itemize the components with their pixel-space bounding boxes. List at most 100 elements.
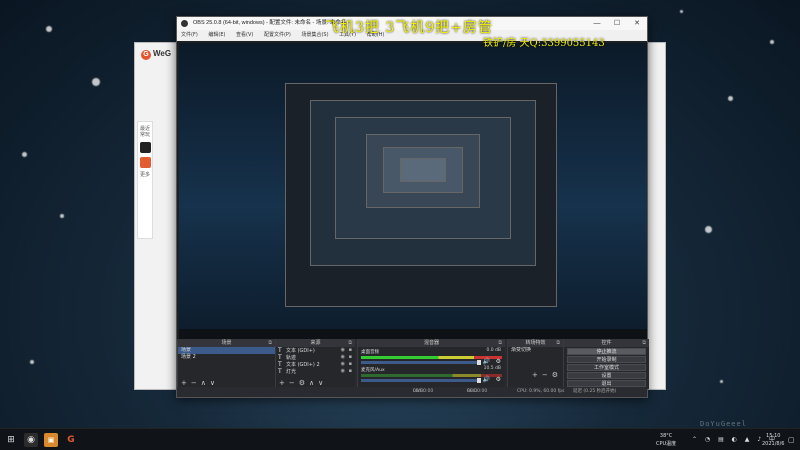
text-source-icon: T: [278, 368, 282, 375]
volume-fader[interactable]: [361, 360, 482, 365]
cpu-temp-value: 38°C: [659, 433, 673, 439]
clock-time: 15:10: [766, 433, 781, 439]
snowflake: [680, 10, 683, 13]
settings-button[interactable]: 设置: [567, 372, 646, 379]
watermark: DoYuGeeel: [700, 420, 747, 428]
delay-indicator: 延迟 (0.25 秒后开始): [573, 389, 617, 394]
text-source-icon: T: [278, 361, 282, 368]
menu-profile[interactable]: 配置文件(P): [264, 32, 291, 38]
preview-taskbar: [179, 329, 647, 339]
remove-icon[interactable]: −: [191, 379, 197, 387]
dock-pin-icon[interactable]: ⧉: [498, 339, 502, 347]
lock-icon[interactable]: ▪: [349, 354, 352, 361]
status-bar: LIVE: 00:00:00 REC: 00:00:00 CPU: 0.9%, …: [177, 387, 647, 397]
game-icon[interactable]: [139, 142, 151, 153]
volume-meter: [361, 356, 502, 359]
close-icon[interactable]: ✕: [627, 17, 647, 30]
maximize-icon[interactable]: ☐: [607, 17, 627, 30]
gear-icon[interactable]: ⚙: [552, 371, 558, 379]
snowflake: [60, 214, 64, 218]
minimize-icon[interactable]: —: [587, 17, 607, 30]
sidebar-label: 最近 常玩: [139, 126, 150, 138]
nested-capture-3: [335, 117, 511, 239]
sources-dock: 来源 ⧉ T 文本 (GDI+) ◉ ▪ T 轨迹 ◉ ▪ T 文本 (GDI+) 2 ◉ ▪ T灯…: [275, 339, 355, 389]
scene-item[interactable]: 场景 2: [178, 354, 275, 361]
windows-start-icon[interactable]: ⊞: [4, 433, 18, 447]
channel-name: 桌面音频: [361, 350, 379, 355]
snowflake: [770, 40, 774, 44]
dock-pin-icon[interactable]: ⧉: [642, 339, 646, 347]
overlay-subtitle: 铁铲/房 天Q:3399055143: [483, 38, 605, 49]
remove-icon[interactable]: −: [542, 371, 548, 379]
speaker-icon[interactable]: 🔊: [483, 376, 490, 383]
lock-icon[interactable]: ▪: [349, 368, 352, 375]
visibility-eye-icon[interactable]: ◉: [341, 347, 345, 354]
menu-view[interactable]: 查看(V): [236, 32, 253, 38]
gear-icon[interactable]: ⚙: [299, 379, 305, 387]
source-item[interactable]: T 文本 (GDI+) 2 ◉ ▪: [276, 361, 355, 368]
volume-meter: [361, 374, 502, 377]
lock-icon[interactable]: ▪: [349, 361, 352, 368]
transitions-dock-title: 转场特效: [525, 340, 546, 346]
snowflake: [728, 96, 733, 101]
stop-streaming-button[interactable]: 停止推流: [567, 348, 646, 355]
text-source-icon: T: [278, 347, 282, 354]
transition-select[interactable]: 渐变切换: [508, 347, 563, 354]
app-sidebar: 最近 常玩 更多: [137, 121, 153, 239]
mixer-dock-title: 混音器: [423, 340, 439, 346]
add-icon[interactable]: +: [181, 379, 187, 387]
sidebar-more[interactable]: 更多: [138, 172, 152, 178]
game-icon[interactable]: [139, 157, 151, 168]
start-recording-button[interactable]: 开始录制: [567, 356, 646, 363]
notification-icon[interactable]: ▢: [788, 429, 795, 450]
cpu-temp-label: CPU温度: [656, 441, 677, 447]
nested-capture-5: [383, 147, 463, 193]
exit-button[interactable]: 退出: [567, 380, 646, 387]
wegame-taskbar-icon[interactable]: G: [64, 433, 78, 447]
snowflake: [22, 152, 27, 157]
nested-capture-6: [400, 158, 446, 182]
source-item[interactable]: T 文本 (GDI+) ◉ ▪: [276, 347, 355, 354]
move-down-icon[interactable]: ∨: [318, 379, 323, 387]
dock-pin-icon[interactable]: ⧉: [268, 339, 272, 347]
menu-edit[interactable]: 编辑(E): [208, 32, 225, 38]
scene-item[interactable]: 场景: [178, 347, 275, 354]
clock[interactable]: 15:10 2021/8/6: [762, 429, 784, 450]
clock-date: 2021/8/6: [762, 441, 785, 447]
lock-icon[interactable]: ▪: [349, 347, 352, 354]
source-item[interactable]: T 轨迹 ◉ ▪: [276, 354, 355, 361]
mixer-channel: 桌面音频 0.0 dB 🔊 ⚙: [358, 347, 505, 365]
mixer-channel: 麦克风/Aux 10.5 dB 🔊 ⚙: [358, 365, 505, 383]
dock-pin-icon[interactable]: ⧉: [348, 339, 352, 347]
remove-icon[interactable]: −: [289, 379, 295, 387]
studio-mode-button[interactable]: 工作室模式: [567, 364, 646, 371]
fader-handle[interactable]: [477, 378, 482, 383]
dock-area: 场景 ⧉ 场景 场景 2 + − ∧ ∨ 来源 ⧉ T 文本 (GDI+) ◉ ▪ T 轨迹 ◉ ▪ …: [177, 339, 649, 389]
dock-pin-icon[interactable]: ⧉: [556, 339, 560, 347]
move-down-icon[interactable]: ∨: [210, 379, 215, 387]
controls-dock-title: 控件: [601, 340, 612, 346]
menu-file[interactable]: 文件(F): [181, 32, 198, 38]
visibility-eye-icon[interactable]: ◉: [341, 368, 345, 375]
visibility-eye-icon[interactable]: ◉: [341, 361, 345, 368]
overlay-title: 飞机3把 3飞机9把+房管: [325, 20, 493, 36]
volume-fader[interactable]: [361, 378, 482, 383]
gear-icon[interactable]: ⚙: [496, 376, 501, 383]
add-icon[interactable]: +: [279, 379, 285, 387]
nested-capture-2: [310, 100, 536, 266]
preview-canvas[interactable]: [179, 43, 647, 339]
app-taskbar-icon[interactable]: ▣: [44, 433, 58, 447]
mixer-dock: 混音器 ⧉ 桌面音频 0.0 dB 🔊 ⚙ 麦克风/Aux 10.5 dB 🔊 ⚙: [357, 339, 505, 389]
move-up-icon[interactable]: ∧: [309, 379, 314, 387]
move-up-icon[interactable]: ∧: [201, 379, 206, 387]
app-logo: G WeG: [141, 49, 171, 60]
speaker-icon[interactable]: 🔊: [483, 358, 490, 365]
visibility-eye-icon[interactable]: ◉: [341, 354, 345, 361]
nested-capture-4: [366, 134, 480, 208]
add-icon[interactable]: +: [532, 371, 538, 379]
text-source-icon: T: [278, 354, 282, 361]
obs-taskbar-icon[interactable]: ◉: [24, 433, 38, 447]
source-item[interactable]: T 灯光 ◉ ▪: [276, 368, 355, 375]
gear-icon[interactable]: ⚙: [496, 358, 501, 365]
snowflake: [92, 78, 100, 86]
